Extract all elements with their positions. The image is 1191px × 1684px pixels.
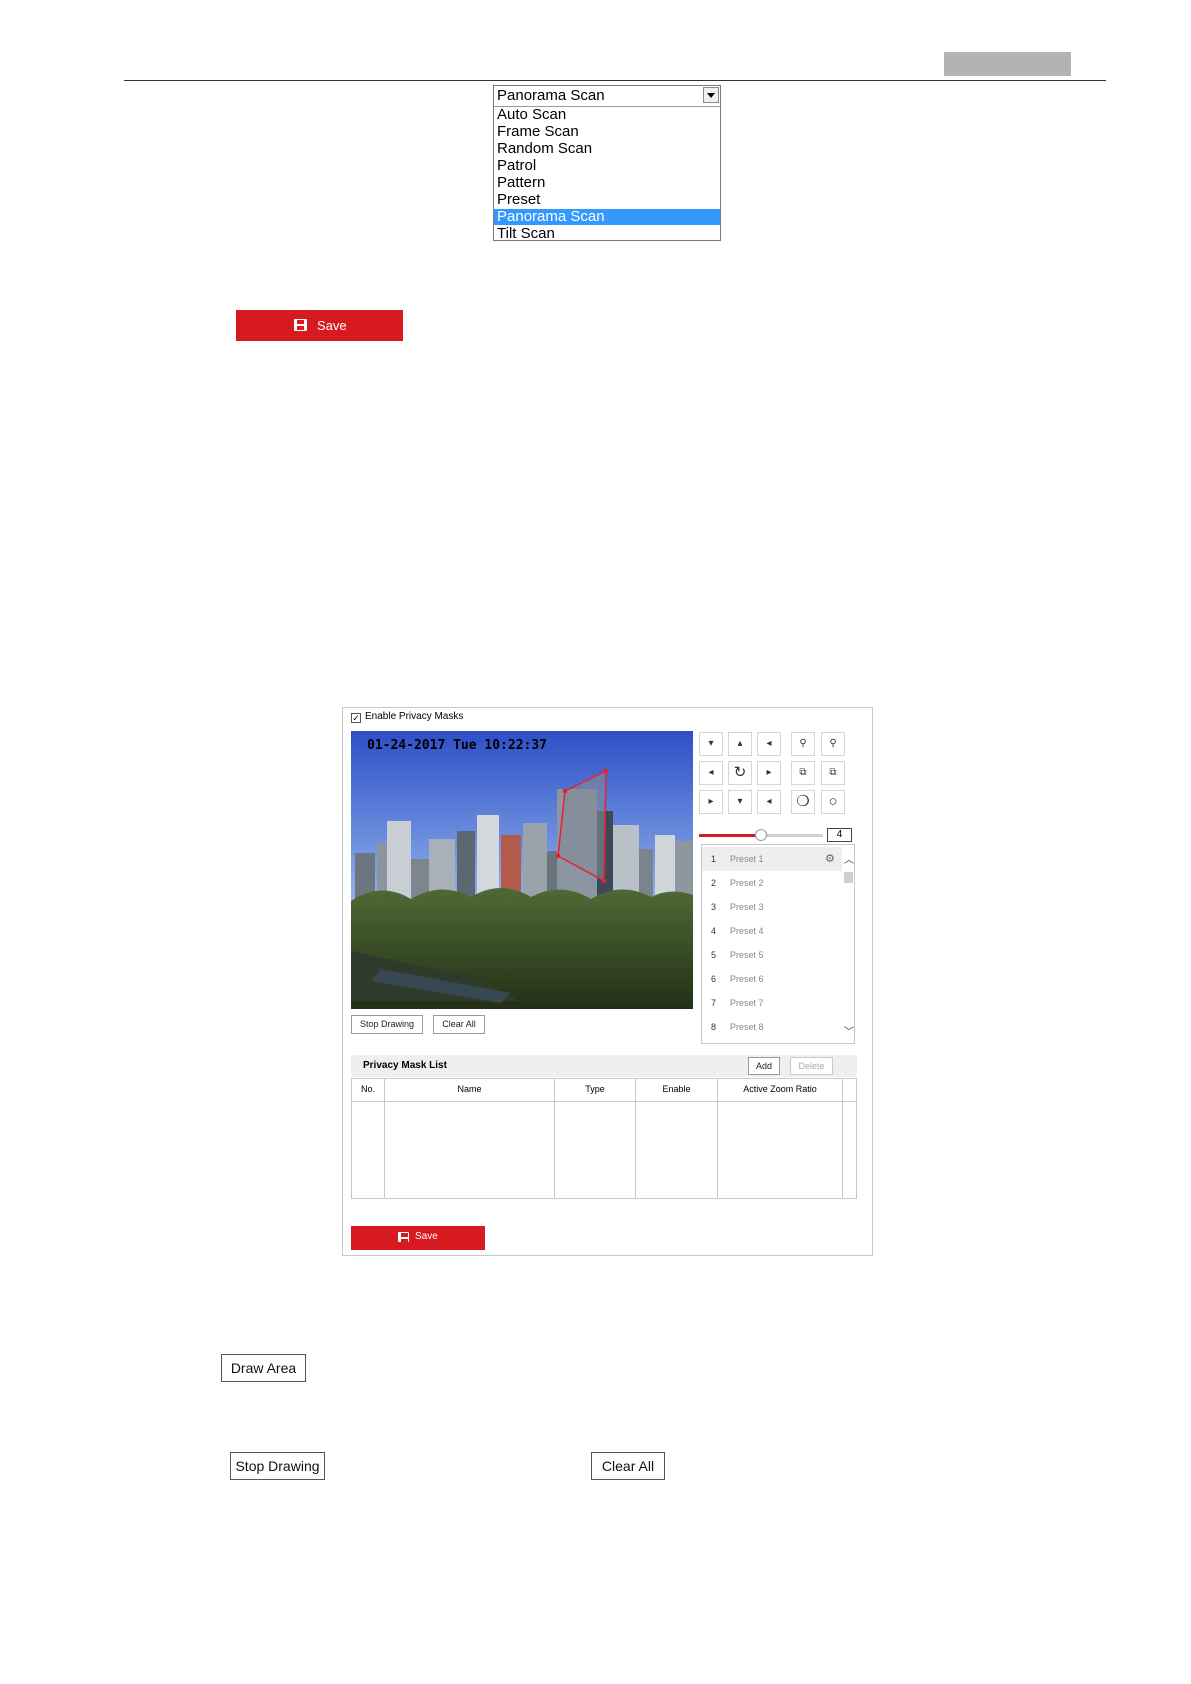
preset-number: 3 bbox=[711, 902, 717, 912]
chevron-up-icon[interactable]: ︿ bbox=[844, 851, 854, 866]
enable-privacy-masks-label: Enable Privacy Masks bbox=[365, 711, 464, 722]
ptz-up-left-button[interactable]: ▾ bbox=[699, 732, 723, 756]
chevron-down-icon[interactable]: ﹀ bbox=[844, 1023, 854, 1038]
ptz-speed-slider-handle[interactable] bbox=[755, 829, 767, 841]
preset-row[interactable]: 2 Preset 2 bbox=[702, 871, 842, 895]
ptz-down-right-button[interactable]: ◂ bbox=[757, 790, 781, 814]
column-header-name: Name bbox=[457, 1084, 482, 1094]
scan-type-dropdown[interactable]: Panorama Scan Auto Scan Frame Scan Rando… bbox=[493, 85, 721, 242]
dropdown-selected-label: Panorama Scan bbox=[497, 87, 605, 104]
table-column-divider bbox=[717, 1079, 718, 1198]
column-header-enable: Enable bbox=[662, 1084, 691, 1094]
dropdown-option[interactable]: Patrol bbox=[494, 158, 720, 174]
video-timestamp: 01-24-2017 Tue 10:22:37 bbox=[367, 738, 548, 753]
header-rule bbox=[124, 80, 1106, 81]
dropdown-selected[interactable]: Panorama Scan bbox=[494, 86, 720, 107]
save-icon bbox=[398, 1232, 409, 1243]
preset-row[interactable]: 4 Preset 4 bbox=[702, 919, 842, 943]
table-column-divider bbox=[842, 1079, 843, 1198]
ptz-down-left-button[interactable]: ▸ bbox=[699, 790, 723, 814]
stop-drawing-button-large[interactable]: Stop Drawing bbox=[230, 1452, 325, 1480]
privacy-mask-table: No. Name Type Enable Active Zoom Ratio bbox=[351, 1078, 857, 1199]
enable-privacy-masks-checkbox[interactable]: ✓ bbox=[351, 713, 361, 723]
preset-name: Preset 1 bbox=[730, 854, 764, 864]
dropdown-option[interactable]: Frame Scan bbox=[494, 124, 720, 140]
clear-all-button[interactable]: Clear All bbox=[433, 1015, 485, 1034]
privacy-mask-list-title: Privacy Mask List bbox=[363, 1060, 447, 1071]
preset-number: 6 bbox=[711, 974, 717, 984]
gear-icon[interactable]: ⚙ bbox=[825, 847, 835, 871]
dropdown-option[interactable]: Random Scan bbox=[494, 141, 720, 157]
live-video[interactable]: 01-24-2017 Tue 10:22:37 bbox=[351, 731, 693, 1009]
preset-row[interactable]: 7 Preset 7 bbox=[702, 991, 842, 1015]
focus-far-icon[interactable]: ⧉ bbox=[821, 761, 845, 785]
save-icon bbox=[294, 319, 307, 331]
ptz-up-right-button[interactable]: ◂ bbox=[757, 732, 781, 756]
preset-number: 4 bbox=[711, 926, 717, 936]
preset-name: Preset 2 bbox=[730, 878, 764, 888]
dropdown-option[interactable]: Auto Scan bbox=[494, 107, 720, 123]
delete-button[interactable]: Delete bbox=[790, 1057, 833, 1075]
ptz-down-button[interactable]: ▾ bbox=[728, 790, 752, 814]
ptz-left-button[interactable]: ◂ bbox=[699, 761, 723, 785]
preset-row[interactable]: 3 Preset 3 bbox=[702, 895, 842, 919]
panel-save-button[interactable]: Save bbox=[351, 1226, 485, 1250]
preset-number: 7 bbox=[711, 998, 717, 1008]
preset-number: 2 bbox=[711, 878, 717, 888]
preset-number: 5 bbox=[711, 950, 717, 960]
preset-name: Preset 6 bbox=[730, 974, 764, 984]
ptz-up-button[interactable]: ▴ bbox=[728, 732, 752, 756]
preset-list[interactable]: 1 Preset 1 ⚙ 2 Preset 2 3 Preset 3 4 Pre… bbox=[701, 844, 855, 1044]
preset-name: Preset 8 bbox=[730, 1022, 764, 1032]
video-frame-image bbox=[351, 731, 693, 1009]
save-button-label: Save bbox=[317, 318, 347, 333]
preset-number: 1 bbox=[711, 854, 717, 864]
column-header-no: No. bbox=[360, 1084, 375, 1094]
dropdown-option[interactable]: Preset bbox=[494, 192, 720, 208]
preset-number: 8 bbox=[711, 1022, 717, 1032]
auto-scan-icon[interactable]: ↻ bbox=[728, 761, 752, 785]
column-header-type: Type bbox=[585, 1084, 605, 1094]
table-column-divider bbox=[554, 1079, 555, 1198]
dropdown-option-selected[interactable]: Panorama Scan bbox=[494, 209, 720, 225]
preset-name: Preset 4 bbox=[730, 926, 764, 936]
panel-save-label: Save bbox=[415, 1231, 438, 1242]
preset-row[interactable]: 6 Preset 6 bbox=[702, 967, 842, 991]
add-button[interactable]: Add bbox=[748, 1057, 780, 1075]
stop-drawing-button[interactable]: Stop Drawing bbox=[351, 1015, 423, 1034]
zoom-in-icon[interactable]: ⚲ bbox=[791, 732, 815, 756]
preset-row[interactable]: 8 Preset 8 bbox=[702, 1015, 842, 1039]
table-column-divider bbox=[384, 1079, 385, 1198]
clear-all-button-large[interactable]: Clear All bbox=[591, 1452, 665, 1480]
ptz-right-button[interactable]: ▸ bbox=[757, 761, 781, 785]
draw-area-button[interactable]: Draw Area bbox=[221, 1354, 306, 1382]
preset-name: Preset 5 bbox=[730, 950, 764, 960]
table-header-rule bbox=[352, 1101, 856, 1102]
table-column-divider bbox=[635, 1079, 636, 1198]
ptz-speed-value: 4 bbox=[827, 828, 852, 842]
chevron-down-icon[interactable] bbox=[703, 87, 719, 103]
preset-row[interactable]: 5 Preset 5 bbox=[702, 943, 842, 967]
save-button[interactable]: Save bbox=[236, 310, 403, 341]
iris-close-icon[interactable]: ○ bbox=[821, 790, 845, 814]
focus-near-icon[interactable]: ⧉ bbox=[791, 761, 815, 785]
preset-name: Preset 7 bbox=[730, 998, 764, 1008]
preset-row[interactable]: 1 Preset 1 ⚙ bbox=[702, 847, 842, 871]
header-tab bbox=[944, 52, 1071, 76]
iris-open-icon[interactable]: ❍ bbox=[791, 790, 815, 814]
ptz-speed-slider-fill bbox=[699, 834, 761, 837]
zoom-out-icon[interactable]: ⚲ bbox=[821, 732, 845, 756]
preset-name: Preset 3 bbox=[730, 902, 764, 912]
dropdown-option[interactable]: Tilt Scan bbox=[494, 226, 720, 242]
dropdown-option[interactable]: Pattern bbox=[494, 175, 720, 191]
preset-scrollbar[interactable]: ︿ ﹀ bbox=[842, 845, 854, 1043]
scrollbar-thumb[interactable] bbox=[844, 872, 853, 883]
column-header-active-zoom-ratio: Active Zoom Ratio bbox=[743, 1084, 817, 1094]
